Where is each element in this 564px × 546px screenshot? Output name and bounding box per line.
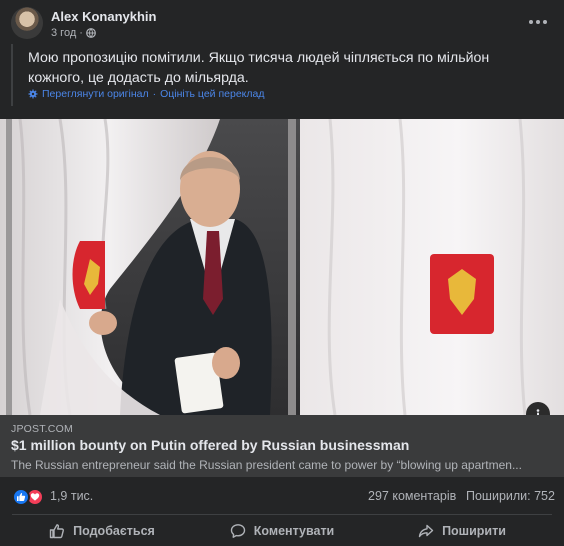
translate-gear-icon bbox=[28, 89, 38, 99]
meta-separator: · bbox=[79, 27, 83, 39]
translation-links: Переглянути оригінал · Оцініть цей перек… bbox=[28, 88, 264, 100]
comment-icon bbox=[230, 523, 245, 538]
thumbs-up-icon bbox=[49, 523, 65, 538]
share-icon bbox=[418, 524, 434, 537]
post-stats: 1,9 тис. 297 коментарів Поширили: 752 bbox=[0, 478, 564, 514]
more-icon-dot bbox=[543, 20, 547, 24]
see-original-link[interactable]: Переглянути оригінал bbox=[42, 88, 149, 100]
more-icon-dot bbox=[536, 20, 540, 24]
like-button[interactable]: Подобається bbox=[12, 515, 192, 546]
like-label: Подобається bbox=[73, 523, 155, 538]
link-title[interactable]: $1 million bounty on Putin offered by Ru… bbox=[11, 437, 409, 453]
share-label: Поширити bbox=[442, 523, 506, 538]
author-avatar[interactable] bbox=[11, 7, 43, 39]
link-description: The Russian entrepreneur said the Russia… bbox=[11, 458, 522, 472]
share-button[interactable]: Поширити bbox=[372, 515, 552, 546]
like-reaction-icon bbox=[12, 488, 30, 506]
link-domain: JPOST.COM bbox=[11, 423, 73, 435]
post-header: Alex Konanykhin 3 год · bbox=[0, 0, 564, 46]
shares-count[interactable]: Поширили: 752 bbox=[466, 489, 555, 503]
rate-translation-link[interactable]: Оцініть цей переклад bbox=[160, 88, 264, 100]
link-separator: · bbox=[152, 88, 157, 100]
reaction-icons[interactable] bbox=[12, 488, 44, 506]
post-card: Alex Konanykhin 3 год · Мою пропозицію п… bbox=[0, 0, 564, 546]
post-meta: 3 год · bbox=[51, 27, 96, 39]
comment-button[interactable]: Коментувати bbox=[192, 515, 372, 546]
more-options-button[interactable] bbox=[526, 10, 550, 34]
post-actions: Подобається Коментувати Поширити bbox=[12, 514, 552, 546]
author-name[interactable]: Alex Konanykhin bbox=[51, 9, 156, 24]
post-photo[interactable] bbox=[0, 119, 564, 415]
post-time[interactable]: 3 год bbox=[51, 27, 76, 39]
more-icon bbox=[529, 20, 533, 24]
link-preview[interactable]: JPOST.COM $1 million bounty on Putin off… bbox=[0, 415, 564, 477]
comment-label: Коментувати bbox=[253, 523, 335, 538]
globe-icon bbox=[86, 28, 96, 38]
info-icon bbox=[536, 409, 540, 415]
photo-illustration bbox=[0, 119, 564, 415]
reaction-count[interactable]: 1,9 тис. bbox=[50, 489, 93, 503]
post-text: Мою пропозицію помітили. Якщо тисяча люд… bbox=[28, 50, 490, 86]
translated-post-body: Мою пропозицію помітили. Якщо тисяча люд… bbox=[11, 44, 551, 106]
comments-count[interactable]: 297 коментарів bbox=[368, 489, 456, 503]
